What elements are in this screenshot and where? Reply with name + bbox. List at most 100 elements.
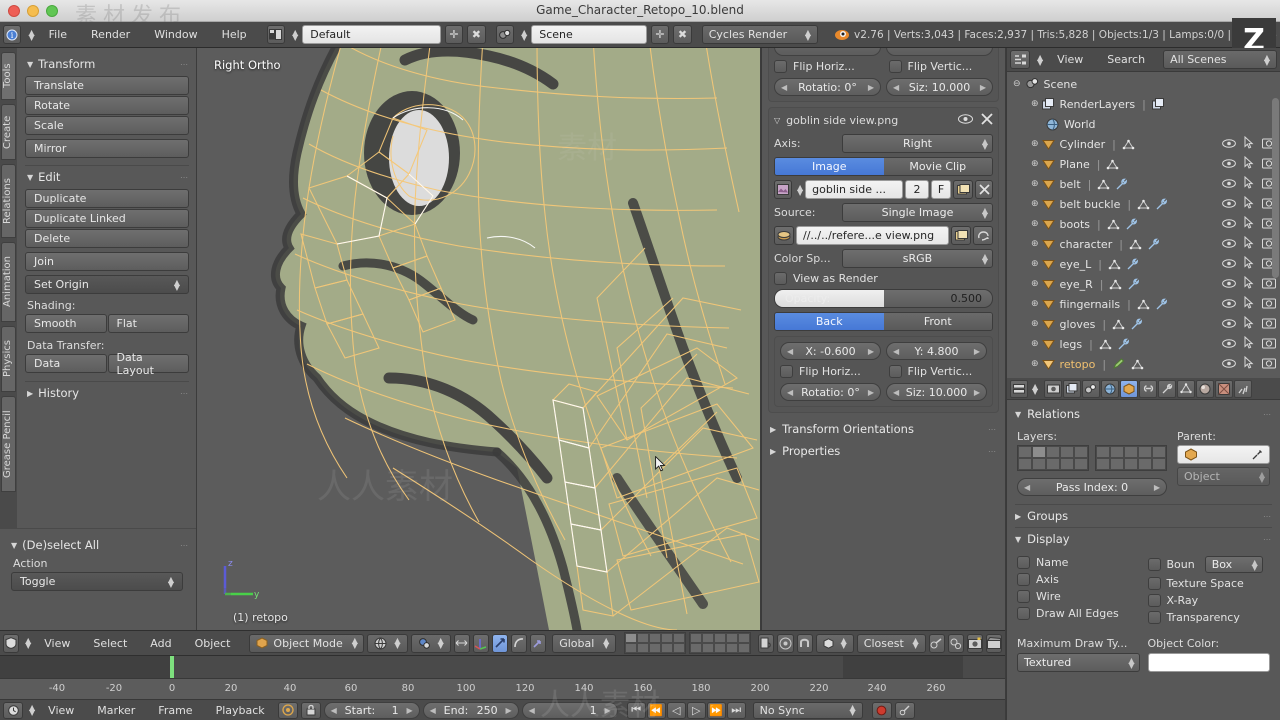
- outliner-row[interactable]: ⊕ belt |: [1007, 174, 1280, 194]
- outliner-row[interactable]: ⊕ eye_L |: [1007, 254, 1280, 274]
- layer-cell[interactable]: [1096, 458, 1110, 470]
- layer-cell[interactable]: [702, 643, 715, 653]
- editor-type-info-icon[interactable]: i: [3, 25, 22, 44]
- outliner-menu-search[interactable]: Search: [1097, 50, 1155, 69]
- sync-mode-dropdown[interactable]: No Sync ▲ ▼: [752, 701, 863, 719]
- outliner-row[interactable]: ⊕ retopo |: [1007, 354, 1280, 374]
- viewport-properties-region[interactable]: Flip Horiz... Flip Vertic... ◀ Rotatio: …: [761, 48, 1005, 630]
- outliner-row-toggles[interactable]: [1222, 135, 1276, 152]
- layer-cell[interactable]: [1110, 446, 1124, 458]
- scene-name-field[interactable]: Scene: [531, 25, 647, 44]
- layer-cell[interactable]: [1060, 458, 1074, 470]
- timeline-ruler[interactable]: -40 -20 0 20 40 60 80 100 120 140 160 18…: [0, 678, 1005, 700]
- axis-dropdown[interactable]: Right ▲ ▼: [842, 134, 993, 153]
- manipulate-center-points-icon[interactable]: [453, 633, 470, 653]
- layer-cell[interactable]: [1060, 446, 1074, 458]
- increment-icon[interactable]: ▶: [868, 388, 874, 397]
- pivot-point-dropdown[interactable]: ▲ ▼: [410, 633, 451, 653]
- display-draw-all-edges-row[interactable]: Draw All Edges: [1017, 607, 1140, 620]
- layer-cell[interactable]: [690, 633, 703, 643]
- outliner-row-toggles[interactable]: [1222, 275, 1276, 292]
- outliner-row-scene[interactable]: ⊖ Scene: [1007, 74, 1280, 94]
- duplicate-linked-button[interactable]: Duplicate Linked: [25, 209, 189, 228]
- eyedropper-icon[interactable]: [1251, 449, 1263, 461]
- menu-render[interactable]: Render: [81, 25, 140, 44]
- display-draw-all-edges-checkbox[interactable]: [1017, 607, 1030, 620]
- outliner-row[interactable]: ⊕ character |: [1007, 234, 1280, 254]
- outliner-row[interactable]: ⊕ RenderLayers |: [1007, 94, 1280, 114]
- editor-type-properties-icon[interactable]: [1010, 379, 1028, 398]
- outliner-row-toggles[interactable]: [1222, 195, 1276, 212]
- layer-cell[interactable]: [625, 643, 638, 653]
- selectability-toggle[interactable]: [1244, 215, 1254, 232]
- display-texture-space-checkbox[interactable]: [1147, 577, 1161, 590]
- parent-object-field[interactable]: [1177, 445, 1270, 464]
- visibility-toggle[interactable]: [1222, 258, 1236, 271]
- remove-background-image-icon[interactable]: [981, 113, 993, 128]
- viewport-menu-select[interactable]: Select: [83, 634, 137, 653]
- tab-render-layers-icon[interactable]: [1063, 379, 1082, 398]
- decrement-icon[interactable]: ◀: [893, 83, 899, 92]
- increment-icon[interactable]: ▶: [868, 347, 874, 356]
- menu-file[interactable]: File: [39, 25, 77, 44]
- tab-scene-icon[interactable]: [1082, 379, 1101, 398]
- jump-to-end-icon[interactable]: ⏭: [726, 701, 746, 719]
- layer-cell[interactable]: [673, 643, 686, 653]
- modifier-wrench-icon[interactable]: [1126, 258, 1139, 270]
- object-color-swatch[interactable]: [1147, 653, 1270, 672]
- expand-icon[interactable]: ⊕: [1031, 179, 1039, 189]
- layer-cell[interactable]: [1152, 458, 1166, 470]
- layer-cell[interactable]: [625, 633, 638, 643]
- next-keyframe-icon[interactable]: ⏩: [706, 701, 726, 719]
- layer-cell[interactable]: [690, 643, 703, 653]
- visibility-toggle[interactable]: [1222, 358, 1236, 371]
- edit-panel-header[interactable]: ▼ Edit ⋯: [27, 170, 189, 184]
- previous-keyframe-icon[interactable]: ⏪: [646, 701, 666, 719]
- visibility-toggle[interactable]: [1222, 178, 1236, 191]
- viewport-shading-dropdown[interactable]: ▲ ▼: [367, 633, 408, 653]
- tab-create[interactable]: Create: [1, 104, 16, 160]
- mesh-data-icon[interactable]: [1122, 139, 1135, 150]
- start-frame-field[interactable]: ◀ Start: 1 ▶: [323, 701, 420, 719]
- editor-type-spinner-icon[interactable]: ▲ ▼: [28, 28, 34, 41]
- editor-type-outliner-icon[interactable]: [1010, 50, 1030, 69]
- renderability-toggle[interactable]: [1262, 277, 1276, 292]
- outliner-row-toggles[interactable]: [1222, 295, 1276, 312]
- increment-icon[interactable]: ▶: [407, 706, 413, 715]
- interaction-mode-dropdown[interactable]: Object Mode ▲ ▼: [249, 633, 365, 653]
- operator-panel-header[interactable]: ▼ (De)select All ⋯: [11, 538, 189, 552]
- image-user-count[interactable]: 2: [905, 180, 929, 199]
- decrement-icon[interactable]: ◀: [787, 347, 793, 356]
- pass-index-field[interactable]: ◀ Pass Index: 0 ▶: [1017, 478, 1167, 496]
- browse-filepath-icon[interactable]: [951, 226, 971, 245]
- layer-cell[interactable]: [714, 643, 727, 653]
- rotate-button[interactable]: Rotate: [25, 96, 189, 115]
- translate-manipulator-icon[interactable]: [491, 633, 509, 653]
- decrement-icon[interactable]: ◀: [529, 706, 535, 715]
- layer-cell[interactable]: [649, 643, 662, 653]
- outliner-row-toggles[interactable]: [1222, 215, 1276, 232]
- expand-icon[interactable]: ⊕: [1031, 139, 1039, 149]
- mesh-data-icon[interactable]: [1112, 319, 1125, 330]
- expand-icon[interactable]: ⊕: [1031, 299, 1039, 309]
- layer-cell[interactable]: [726, 643, 739, 653]
- layer-cell[interactable]: [661, 643, 674, 653]
- display-wire-row[interactable]: Wire: [1017, 590, 1140, 603]
- selectability-toggle[interactable]: [1244, 295, 1254, 312]
- offset-y-field[interactable]: ◀ Y: 4.800 ▶: [886, 342, 987, 360]
- image-fake-user-toggle[interactable]: F: [931, 180, 951, 199]
- viewport-menu-add[interactable]: Add: [140, 634, 181, 653]
- colorspace-dropdown[interactable]: sRGB ▲ ▼: [842, 249, 993, 268]
- add-scene-icon[interactable]: ✛: [650, 25, 670, 44]
- prev-bg-field-a[interactable]: [774, 48, 881, 56]
- timeline-menu-view[interactable]: View: [38, 702, 84, 719]
- image-datablock-icon[interactable]: [774, 180, 792, 199]
- offset-x-field[interactable]: ◀ X: -0.600 ▶: [780, 342, 881, 360]
- prev-flip-vertical-checkbox[interactable]: [888, 60, 902, 73]
- layer-cell[interactable]: [1074, 446, 1088, 458]
- tab-physics[interactable]: Physics: [1, 326, 16, 392]
- mesh-data-icon[interactable]: [1129, 239, 1142, 250]
- duplicate-button[interactable]: Duplicate: [25, 189, 189, 208]
- display-panel-header[interactable]: ▼ Display ⋯: [1007, 528, 1280, 550]
- selectability-toggle[interactable]: [1244, 355, 1254, 372]
